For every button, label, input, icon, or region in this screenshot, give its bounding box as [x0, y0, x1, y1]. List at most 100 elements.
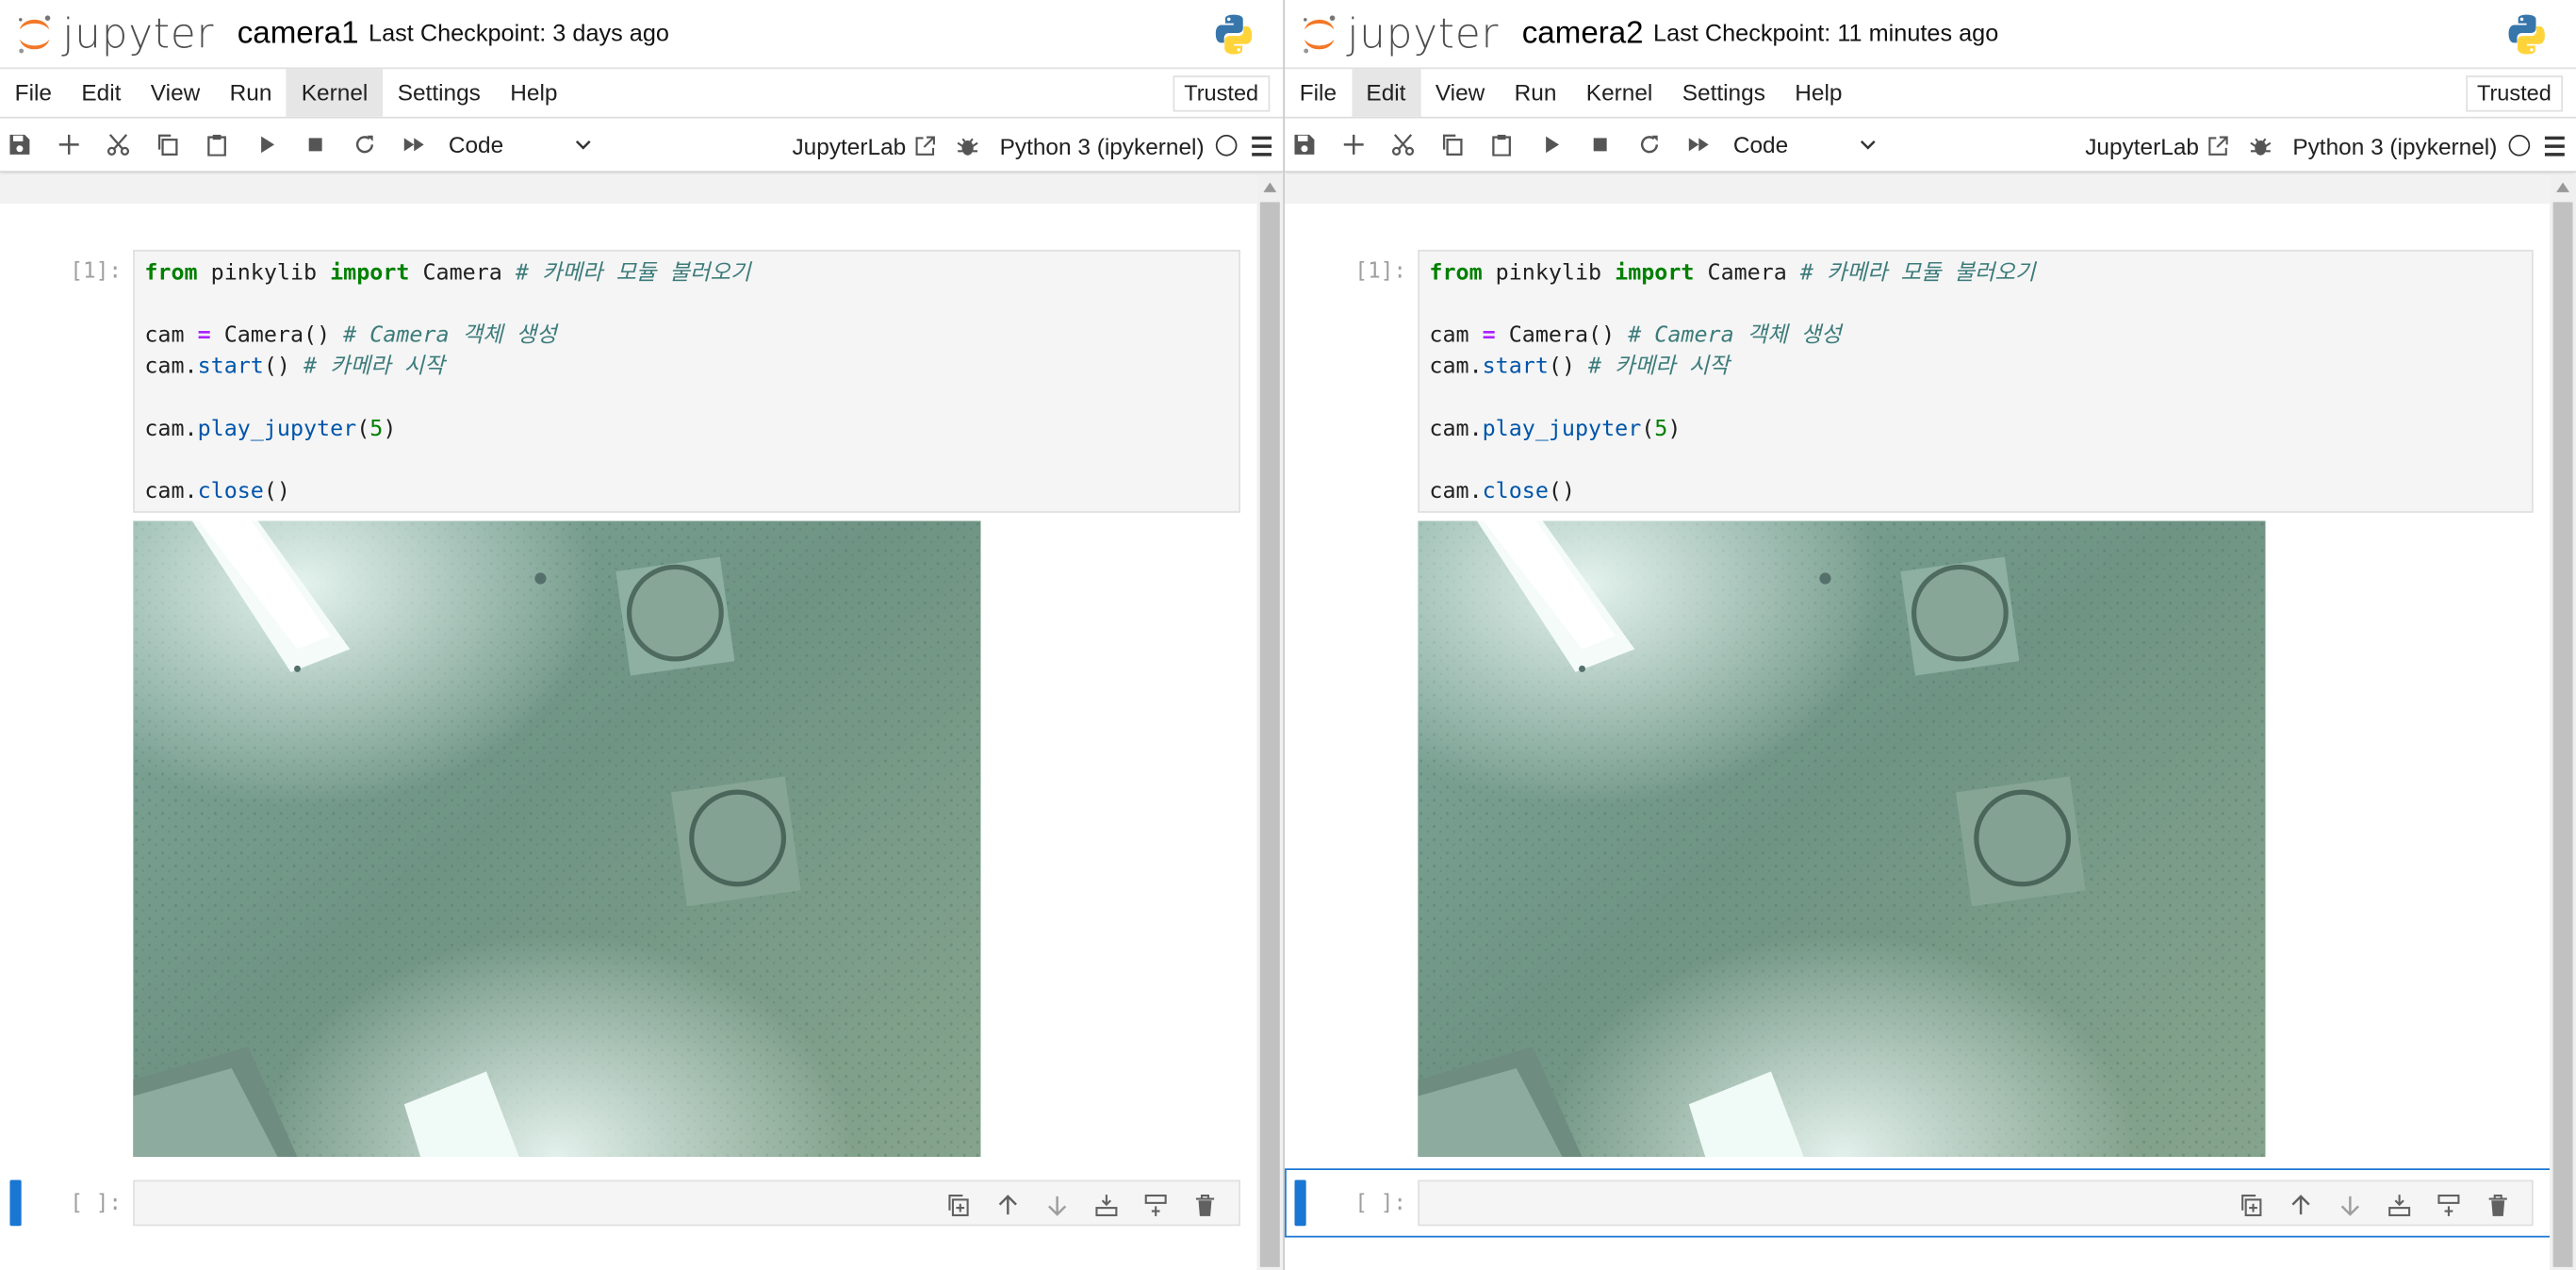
trusted-indicator[interactable]: Trusted: [1173, 75, 1271, 112]
cell-1-code-editor[interactable]: from pinkylib import Camera # 카메라 모듈 불러오…: [133, 249, 1240, 513]
external-link-icon: [2209, 135, 2229, 156]
kernel-status-icon: [1215, 134, 1238, 157]
notebook-toolbar: Code JupyterLab Python 3 (ipykernel): [0, 118, 1284, 173]
cell-2-prompt: [ ]:: [1354, 1191, 1407, 1216]
menu-kernel[interactable]: Kernel: [1571, 69, 1667, 117]
ceiling-camera-frame: [1418, 520, 2266, 1158]
run-button[interactable]: [1526, 120, 1575, 169]
jupyter-logo-icon: [19, 14, 51, 53]
cut-icon: [107, 134, 130, 156]
menu-edit[interactable]: Edit: [1351, 69, 1421, 117]
menu-icon[interactable]: [2544, 135, 2565, 156]
cell-2-code-editor[interactable]: [1418, 1179, 2534, 1228]
cut-button[interactable]: [93, 120, 142, 169]
insert-cell-below-button[interactable]: [2374, 1181, 2423, 1228]
insert-cell-above-button[interactable]: [1130, 1181, 1179, 1228]
menu-help[interactable]: Help: [496, 69, 573, 117]
run-button[interactable]: [241, 120, 290, 169]
menu-run[interactable]: Run: [1500, 69, 1571, 117]
restart-icon: [355, 135, 374, 154]
duplicate-cell-button[interactable]: [2226, 1181, 2275, 1228]
move-cell-up-button[interactable]: [982, 1181, 1031, 1228]
notebook-scrollbar[interactable]: [2550, 173, 2576, 1270]
external-link-icon: [916, 135, 936, 156]
cell-1-prompt: [1]:: [1354, 259, 1407, 285]
scroll-thumb[interactable]: [1259, 202, 1280, 1267]
jupyter-logo-icon: [1304, 14, 1336, 53]
jupyter-logo[interactable]: jupyter: [1298, 0, 1499, 68]
restart-run-all-button[interactable]: [389, 120, 438, 169]
insert-above-icon: [1143, 1194, 1166, 1215]
open-jupyterlab-link[interactable]: JupyterLab: [2085, 132, 2230, 158]
duplicate-cell-button[interactable]: [933, 1181, 982, 1228]
restart-run-all-button[interactable]: [1674, 120, 1723, 169]
menu-view[interactable]: View: [136, 69, 215, 117]
trusted-indicator[interactable]: Trusted: [2465, 75, 2564, 112]
kernel-name[interactable]: Python 3 (ipykernel): [1000, 132, 1205, 158]
cell-1-code-editor[interactable]: from pinkylib import Camera # 카메라 모듈 불러오…: [1418, 249, 2534, 513]
add-icon: [58, 134, 79, 155]
insert-cell-above-button[interactable]: [2423, 1181, 2472, 1228]
menu-settings[interactable]: Settings: [383, 69, 496, 117]
move-down-icon: [1047, 1196, 1066, 1215]
save-icon: [9, 134, 30, 155]
notebook-title[interactable]: camera2: [1522, 16, 1644, 52]
insert-cell-below-button[interactable]: [1081, 1181, 1130, 1228]
delete-icon: [1195, 1194, 1214, 1215]
add-cell-button[interactable]: [44, 120, 93, 169]
notebook-title[interactable]: camera1: [238, 16, 359, 52]
debugger-button[interactable]: [950, 121, 986, 170]
save-button[interactable]: [0, 120, 44, 169]
menu-edit[interactable]: Edit: [67, 69, 136, 117]
cell-type-select[interactable]: Code: [449, 131, 593, 157]
open-jupyterlab-link[interactable]: JupyterLab: [792, 132, 937, 158]
move-cell-up-button[interactable]: [2275, 1181, 2324, 1228]
paste-button[interactable]: [1477, 120, 1526, 169]
menu-icon[interactable]: [1252, 135, 1272, 156]
chevron-down-icon: [1860, 140, 1876, 150]
cell-type-select[interactable]: Code: [1733, 131, 1878, 157]
jupyter-logo-text: jupyter: [1347, 9, 1500, 58]
delete-cell-button[interactable]: [2472, 1181, 2521, 1228]
notebook-window-camera1: jupyter camera1 Last Checkpoint: 3 days …: [0, 0, 1284, 1270]
menu-run[interactable]: Run: [215, 69, 287, 117]
delete-cell-button[interactable]: [1179, 1181, 1228, 1228]
fast-forward-icon: [403, 138, 424, 152]
move-up-icon: [997, 1194, 1017, 1214]
save-button[interactable]: [1285, 120, 1329, 169]
scroll-up-arrow[interactable]: [2556, 182, 2570, 192]
interrupt-button[interactable]: [1576, 120, 1625, 169]
jupyter-logo[interactable]: jupyter: [13, 0, 214, 68]
scroll-thumb[interactable]: [2552, 202, 2573, 1267]
menu-file[interactable]: File: [1285, 69, 1352, 117]
notebook-scrollbar[interactable]: [1256, 173, 1284, 1270]
menu-view[interactable]: View: [1420, 69, 1500, 117]
restart-button[interactable]: [340, 120, 389, 169]
paste-button[interactable]: [192, 120, 241, 169]
restart-button[interactable]: [1625, 120, 1674, 169]
screen: jupyter camera1 Last Checkpoint: 3 days …: [0, 0, 2576, 1270]
add-cell-button[interactable]: [1329, 120, 1378, 169]
ceiling-camera-frame: [133, 520, 981, 1158]
menu-file[interactable]: File: [0, 69, 67, 117]
cut-button[interactable]: [1378, 120, 1427, 169]
interrupt-button[interactable]: [291, 120, 340, 169]
menu-settings[interactable]: Settings: [1667, 69, 1780, 117]
notebook-top-gap: [0, 173, 1257, 205]
notebook-window-camera2: jupyter camera2 Last Checkpoint: 11 minu…: [1285, 0, 2576, 1270]
cell-2-code-editor[interactable]: [133, 1179, 1240, 1228]
copy-button[interactable]: [143, 120, 192, 169]
move-cell-down-button[interactable]: [1032, 1181, 1081, 1228]
top-bar: jupyter camera2 Last Checkpoint: 11 minu…: [1285, 0, 2576, 70]
menu-kernel[interactable]: Kernel: [287, 69, 384, 117]
delete-icon: [2487, 1194, 2506, 1215]
scroll-up-arrow[interactable]: [1263, 182, 1277, 192]
debugger-button[interactable]: [2243, 121, 2279, 170]
menu-help[interactable]: Help: [1780, 69, 1858, 117]
menu-bar: File Edit View Run Kernel Settings Help Truste…: [0, 69, 1284, 119]
move-cell-down-button[interactable]: [2324, 1181, 2373, 1228]
kernel-name[interactable]: Python 3 (ipykernel): [2292, 132, 2497, 158]
copy-button[interactable]: [1428, 120, 1477, 169]
notebook-panel: [1]: from pinkylib import Camera # 카메라 모…: [0, 173, 1257, 1270]
duplicate-icon: [947, 1194, 968, 1216]
